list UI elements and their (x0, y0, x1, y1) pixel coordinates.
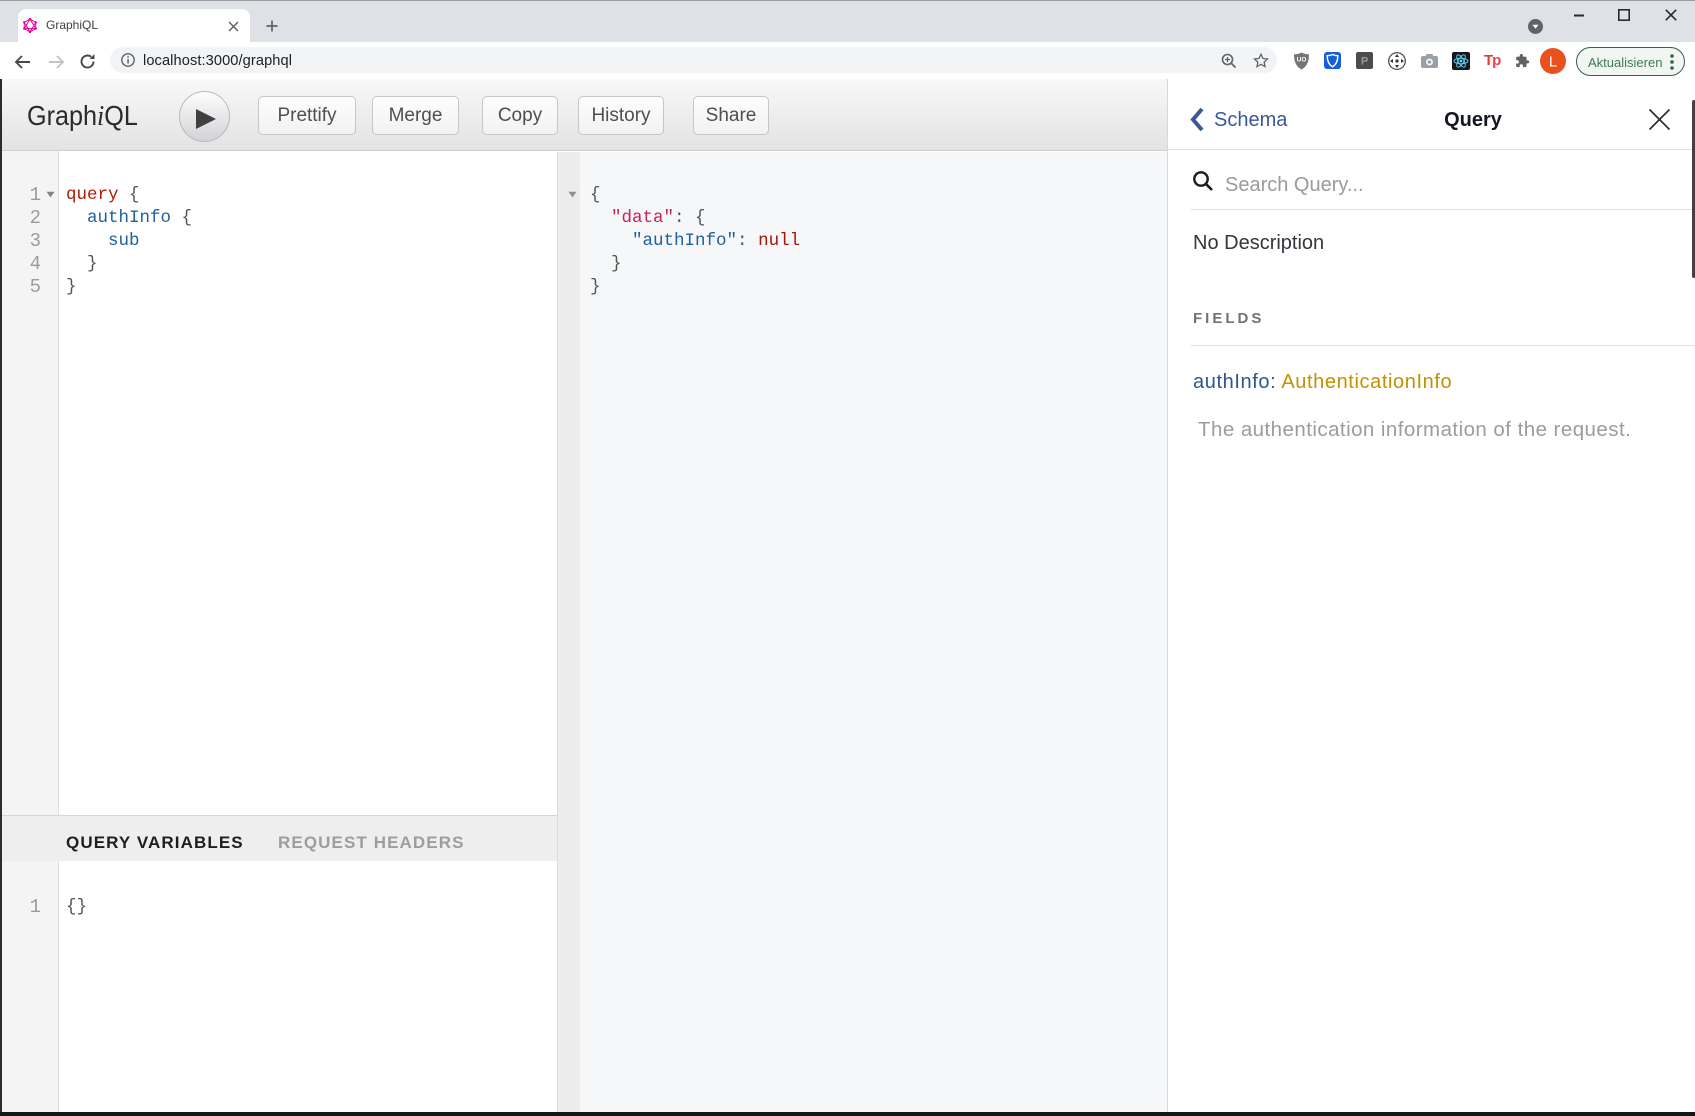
svg-text:UO: UO (1297, 57, 1307, 64)
svg-text:P: P (1361, 56, 1368, 68)
svg-text:L: L (1549, 54, 1557, 71)
